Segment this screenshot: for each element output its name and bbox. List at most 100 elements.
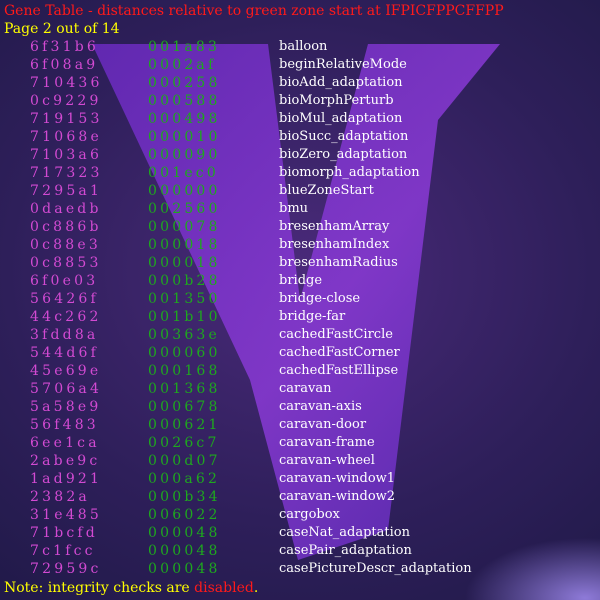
gene-hash: 544d6f bbox=[30, 345, 99, 361]
gene-hash: 56426f bbox=[30, 291, 99, 307]
table-row: 7c1fcc 000048 casePair_adaptation bbox=[0, 542, 600, 560]
table-row: 2382a 000b34 caravan-window2 bbox=[0, 488, 600, 506]
table-row: 71bcfd 000048 caseNat_adaptation bbox=[0, 524, 600, 542]
integrity-state: disabled bbox=[194, 580, 254, 596]
gene-name: bioAdd_adaptation bbox=[279, 75, 403, 90]
gene-distance: 001ec0 bbox=[148, 165, 219, 181]
table-row: 544d6f 000060 cachedFastCorner bbox=[0, 344, 600, 362]
gene-name: caravan bbox=[279, 381, 332, 396]
gene-name: caravan-axis bbox=[279, 399, 362, 414]
gene-name: balloon bbox=[279, 39, 328, 54]
gene-distance: 00363e bbox=[148, 327, 221, 343]
gene-hash: 2382a bbox=[30, 489, 90, 505]
gene-name: caseNat_adaptation bbox=[279, 525, 410, 540]
gene-distance: 000b28 bbox=[148, 273, 221, 289]
gene-distance: 000a62 bbox=[148, 471, 221, 487]
gene-hash: 6f31b6 bbox=[30, 39, 99, 55]
gene-hash: 0daedb bbox=[30, 201, 102, 217]
table-row: 1ad921 000a62 caravan-window1 bbox=[0, 470, 600, 488]
gene-hash: 45e69e bbox=[30, 363, 102, 379]
gene-name: casePictureDescr_adaptation bbox=[279, 561, 472, 576]
gene-name: bioSucc_adaptation bbox=[279, 129, 409, 144]
table-row: 72959c 000048 casePictureDescr_adaptation bbox=[0, 560, 600, 578]
gene-hash: 5a58e9 bbox=[30, 399, 102, 415]
gene-hash: 44c262 bbox=[30, 309, 102, 325]
gene-hash: 0c886b bbox=[30, 219, 102, 235]
gene-hash: 0c88e3 bbox=[30, 237, 101, 253]
gene-name: bioMorphPerturb bbox=[279, 93, 394, 108]
table-row: 56f483 000621 caravan-door bbox=[0, 416, 600, 434]
gene-name: cachedFastCorner bbox=[279, 345, 400, 360]
gene-hash: 56f483 bbox=[30, 417, 99, 433]
gene-name: biomorph_adaptation bbox=[279, 165, 420, 180]
gene-name: caravan-door bbox=[279, 417, 367, 432]
gene-name: bresenhamArray bbox=[279, 219, 390, 234]
gene-hash: 1ad921 bbox=[30, 471, 103, 487]
page-indicator: Page 2 out of 14 bbox=[4, 21, 120, 37]
gene-hash: 2abe9c bbox=[30, 453, 101, 469]
table-row: 719153 000498 bioMul_adaptation bbox=[0, 110, 600, 128]
table-row: 7295a1 000000 blueZoneStart bbox=[0, 182, 600, 200]
gene-hash: 71068e bbox=[30, 129, 103, 145]
integrity-note: Note: integrity checks are disabled. bbox=[4, 579, 258, 597]
table-row: 0daedb 002560 bmu bbox=[0, 200, 600, 218]
gene-name: bmu bbox=[279, 201, 309, 216]
gene-hash: 6ee1ca bbox=[30, 435, 100, 451]
gene-name: cachedFastEllipse bbox=[279, 363, 399, 378]
table-row: 56426f 001350 bridge-close bbox=[0, 290, 600, 308]
gene-hash: 5706a4 bbox=[30, 381, 103, 397]
gene-name: caravan-window2 bbox=[279, 489, 396, 504]
table-row: 0c88e3 000018 bresenhamIndex bbox=[0, 236, 600, 254]
gene-name: bresenhamIndex bbox=[279, 237, 390, 252]
gene-distance: 000678 bbox=[148, 399, 221, 415]
gene-name: beginRelativeMode bbox=[279, 57, 407, 72]
gene-distance: 0002af bbox=[148, 57, 217, 73]
table-row: 6ee1ca 0026c7 caravan-frame bbox=[0, 434, 600, 452]
gene-distance: 000168 bbox=[148, 363, 221, 379]
table-row: 0c9229 000588 bioMorphPerturb bbox=[0, 92, 600, 110]
gene-hash: 0c8853 bbox=[30, 255, 102, 271]
gene-distance: 000498 bbox=[148, 111, 221, 127]
gene-name: caravan-wheel bbox=[279, 453, 375, 468]
gene-distance: 000060 bbox=[148, 345, 221, 361]
gene-hash: 7295a1 bbox=[30, 183, 103, 199]
gene-hash: 7103a6 bbox=[30, 147, 103, 163]
gene-name: bridge-far bbox=[279, 309, 346, 324]
gene-distance: 000588 bbox=[148, 93, 221, 109]
gene-distance: 000010 bbox=[148, 129, 221, 145]
gene-hash: 72959c bbox=[30, 561, 102, 577]
gene-name: bridge-close bbox=[279, 291, 361, 306]
gene-distance: 001350 bbox=[148, 291, 221, 307]
table-row: 31e485 006022 cargobox bbox=[0, 506, 600, 524]
gene-name: bresenhamRadius bbox=[279, 255, 398, 270]
gene-distance: 006022 bbox=[148, 507, 221, 523]
table-row: 2abe9c 000d07 caravan-wheel bbox=[0, 452, 600, 470]
gene-hash: 6f08a9 bbox=[30, 57, 99, 73]
gene-distance: 000048 bbox=[148, 525, 221, 541]
gene-name: cachedFastCircle bbox=[279, 327, 393, 342]
gene-distance: 000258 bbox=[148, 75, 221, 91]
gene-hash: 719153 bbox=[30, 111, 103, 127]
gene-hash: 7c1fcc bbox=[30, 543, 96, 559]
gene-distance: 000000 bbox=[148, 183, 221, 199]
gene-table: 6f31b6 001a83 balloon 6f08a9 0002af beginRela… bbox=[0, 38, 600, 578]
gene-hash: 717323 bbox=[30, 165, 103, 181]
gene-hash: 3fdd8a bbox=[30, 327, 99, 343]
gene-distance: 000090 bbox=[148, 147, 221, 163]
gene-name: caravan-frame bbox=[279, 435, 375, 450]
table-row: 6f08a9 0002af beginRelativeMode bbox=[0, 56, 600, 74]
table-row: 6f0e03 000b28 bridge bbox=[0, 272, 600, 290]
gene-distance: 000018 bbox=[148, 237, 221, 253]
table-row: 44c262 001b10 bridge-far bbox=[0, 308, 600, 326]
table-row: 5a58e9 000678 caravan-axis bbox=[0, 398, 600, 416]
gene-name: bridge bbox=[279, 273, 323, 288]
gene-hash: 6f0e03 bbox=[30, 273, 99, 289]
gene-hash: 31e485 bbox=[30, 507, 103, 523]
note-suffix: . bbox=[253, 580, 259, 596]
gene-distance: 0026c7 bbox=[148, 435, 220, 451]
gene-hash: 71bcfd bbox=[30, 525, 98, 541]
gene-distance: 002560 bbox=[148, 201, 221, 217]
table-row: 0c8853 000018 bresenhamRadius bbox=[0, 254, 600, 272]
gene-name: bioZero_adaptation bbox=[279, 147, 408, 162]
table-row: 6f31b6 001a83 balloon bbox=[0, 38, 600, 56]
